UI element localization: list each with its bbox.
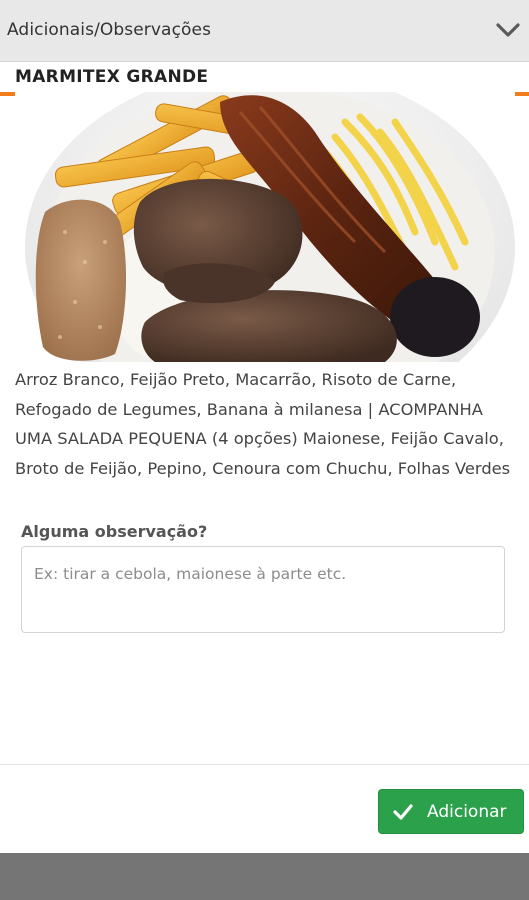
product-description: Arroz Branco, Feijão Preto, Macarrão, Ri…	[15, 370, 511, 478]
chevron-down-icon[interactable]	[495, 20, 521, 40]
footer-divider	[0, 764, 529, 765]
add-button[interactable]: Adicionar	[378, 789, 524, 834]
check-icon	[393, 804, 413, 820]
modal-title: Adicionais/Observações	[7, 20, 212, 40]
add-button-label: Adicionar	[427, 802, 507, 822]
product-name: MARMITEX GRANDE	[15, 67, 209, 87]
modal-header[interactable]: Adicionais/Observações	[0, 0, 529, 62]
product-image	[15, 92, 515, 362]
add-ons-modal: Adicionais/Observações MARMITEX GRANDE A…	[0, 0, 529, 853]
observation-field[interactable]	[21, 546, 505, 633]
observation-label: Alguma observação?	[21, 522, 208, 541]
modal-backdrop[interactable]	[0, 853, 529, 900]
